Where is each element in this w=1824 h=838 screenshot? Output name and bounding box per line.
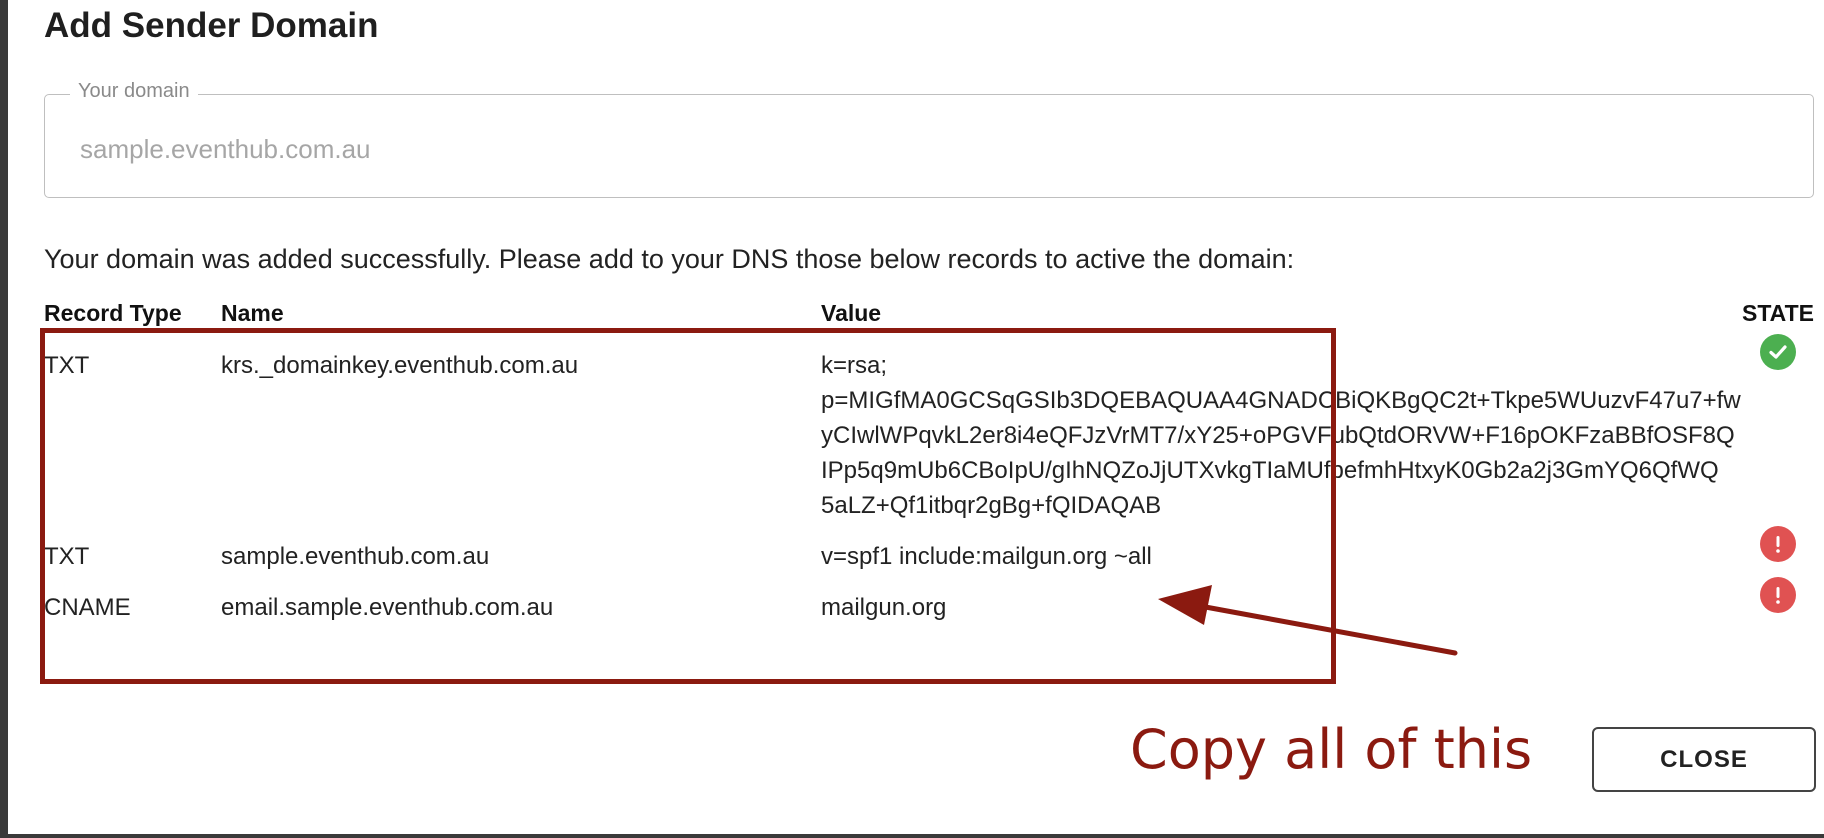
close-button[interactable]: CLOSE: [1592, 727, 1816, 792]
annotation-text: Copy all of this: [1130, 718, 1533, 781]
annotation-arrow-icon: [1158, 585, 1458, 656]
